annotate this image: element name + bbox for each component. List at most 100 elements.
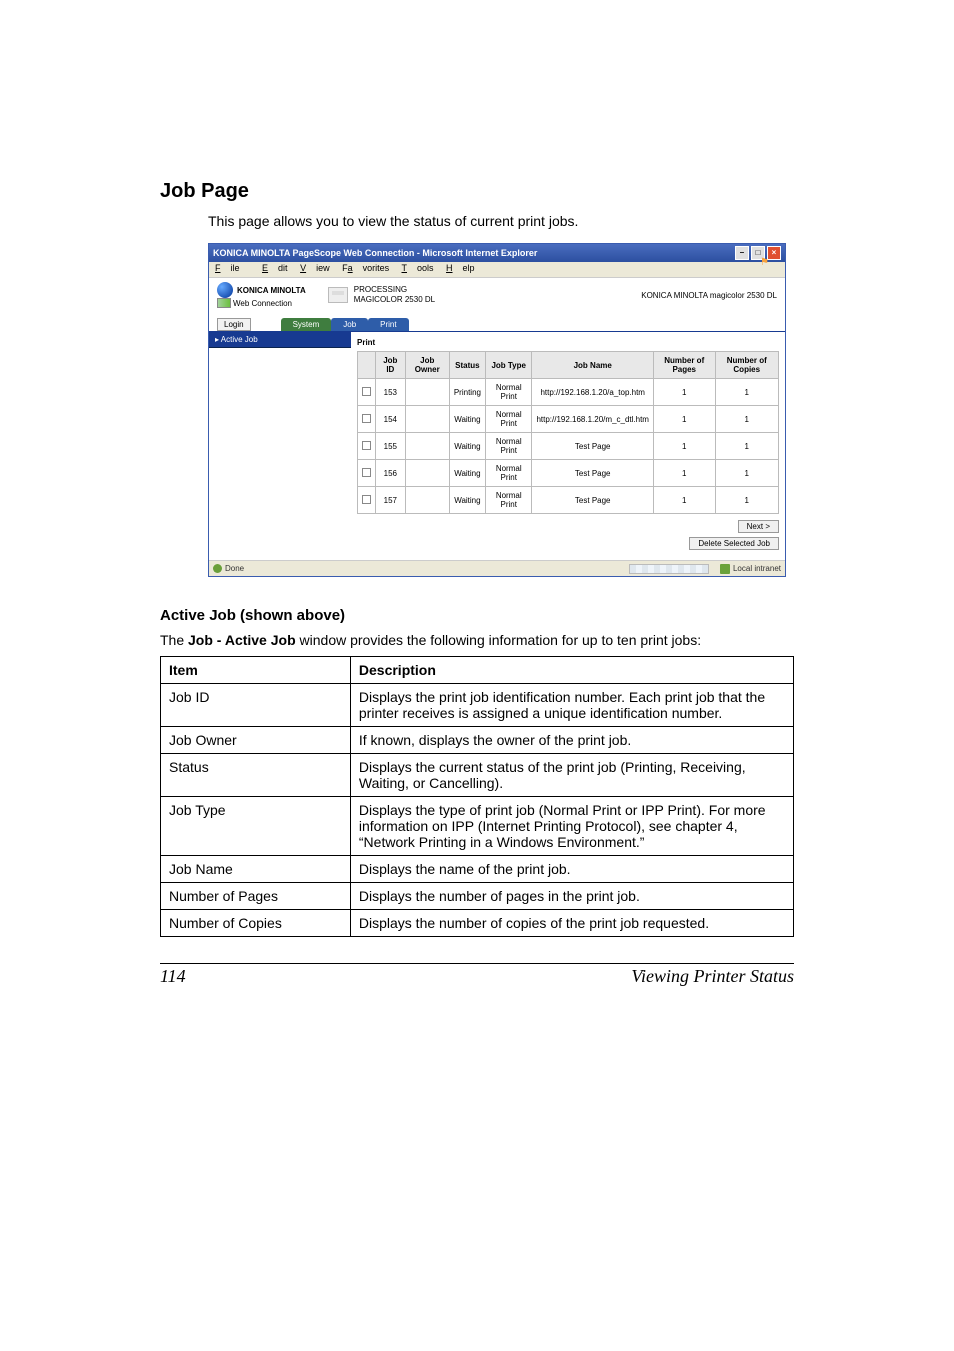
info-desc: Displays the number of pages in the prin… xyxy=(350,883,793,910)
cell-pages: 1 xyxy=(653,487,715,514)
subpara: The Job - Active Job window provides the… xyxy=(160,632,794,648)
info-item: Status xyxy=(161,754,351,797)
cell-owner xyxy=(405,406,449,433)
cell-copies: 1 xyxy=(715,487,779,514)
page-footer: 114 Viewing Printer Status xyxy=(160,963,794,987)
info-row: Number of Copies Displays the number of … xyxy=(161,910,794,937)
window-controls: – □ × xyxy=(735,246,781,260)
login-button[interactable]: Login xyxy=(217,318,251,331)
browser-menubar: File Edit View Favorites Tools Help ⚑ xyxy=(209,262,785,278)
cell-status: Waiting xyxy=(449,487,485,514)
row-checkbox[interactable] xyxy=(362,441,371,450)
info-row: Job Owner If known, displays the owner o… xyxy=(161,727,794,754)
cell-jobid: 154 xyxy=(376,406,406,433)
cell-status: Printing xyxy=(449,379,485,406)
row-checkbox[interactable] xyxy=(362,495,371,504)
row-checkbox[interactable] xyxy=(362,387,371,396)
info-desc: Displays the type of print job (Normal P… xyxy=(350,797,793,856)
cell-pages: 1 xyxy=(653,460,715,487)
window-title: KONICA MINOLTA PageScope Web Connection … xyxy=(213,248,735,258)
col-owner: Job Owner xyxy=(405,352,449,379)
table-row: 154 Waiting Normal Print http://192.168.… xyxy=(358,406,779,433)
info-item: Job Name xyxy=(161,856,351,883)
info-desc: Displays the number of copies of the pri… xyxy=(350,910,793,937)
close-icon[interactable]: × xyxy=(767,246,781,260)
delete-selected-button[interactable]: Delete Selected Job xyxy=(689,537,779,550)
section-label: Print xyxy=(357,338,779,347)
brand-mark-icon xyxy=(217,282,233,298)
subpara-suffix: window provides the following informatio… xyxy=(296,632,701,648)
cell-copies: 1 xyxy=(715,460,779,487)
tab-print[interactable]: Print xyxy=(368,318,408,331)
pagescope-icon xyxy=(217,298,231,308)
button-row: Next > Delete Selected Job xyxy=(357,514,779,556)
window-titlebar: KONICA MINOLTA PageScope Web Connection … xyxy=(209,244,785,262)
brand-logo: KONICA MINOLTA xyxy=(217,282,306,298)
brand-sub-text: Web Connection xyxy=(233,299,292,308)
menu-help[interactable]: Help xyxy=(446,263,475,273)
col-name: Job Name xyxy=(532,352,654,379)
menu-file[interactable]: File xyxy=(215,263,250,273)
col-pages: Number of Pages xyxy=(653,352,715,379)
info-row: Job Type Displays the type of print job … xyxy=(161,797,794,856)
cell-owner xyxy=(405,487,449,514)
cell-owner xyxy=(405,433,449,460)
table-row: 156 Waiting Normal Print Test Page 1 1 xyxy=(358,460,779,487)
cell-jobid: 153 xyxy=(376,379,406,406)
cell-pages: 1 xyxy=(653,433,715,460)
table-row: 155 Waiting Normal Print Test Page 1 1 xyxy=(358,433,779,460)
info-desc: Displays the print job identification nu… xyxy=(350,684,793,727)
info-row: Number of Pages Displays the number of p… xyxy=(161,883,794,910)
cell-name: Test Page xyxy=(532,433,654,460)
row-checkbox[interactable] xyxy=(362,414,371,423)
table-row: 153 Printing Normal Print http://192.168… xyxy=(358,379,779,406)
info-desc: If known, displays the owner of the prin… xyxy=(350,727,793,754)
cell-status: Waiting xyxy=(449,406,485,433)
sidebar: ▸ Active Job xyxy=(209,332,351,560)
cell-type: Normal Print xyxy=(485,379,531,406)
minimize-icon[interactable]: – xyxy=(735,246,749,260)
status-done-text: Done xyxy=(225,564,244,573)
menu-favorites[interactable]: Favorites xyxy=(342,263,389,273)
status-zone-text: Local intranet xyxy=(733,564,781,573)
info-desc: Displays the current status of the print… xyxy=(350,754,793,797)
info-header-row: Item Description xyxy=(161,657,794,684)
brand-name: KONICA MINOLTA xyxy=(237,286,306,295)
cell-pages: 1 xyxy=(653,406,715,433)
table-row: 157 Waiting Normal Print Test Page 1 1 xyxy=(358,487,779,514)
header-device-name: KONICA MINOLTA magicolor 2530 DL xyxy=(641,291,777,300)
cell-copies: 1 xyxy=(715,379,779,406)
menu-view[interactable]: View xyxy=(300,263,330,273)
cell-copies: 1 xyxy=(715,433,779,460)
cell-name: Test Page xyxy=(532,487,654,514)
subpara-bold: Job - Active Job xyxy=(188,632,296,648)
tab-system[interactable]: System xyxy=(281,318,332,331)
menu-tools[interactable]: Tools xyxy=(402,263,434,273)
zone-icon xyxy=(720,564,730,574)
subpara-prefix: The xyxy=(160,632,188,648)
row-checkbox[interactable] xyxy=(362,468,371,477)
info-head-desc: Description xyxy=(350,657,793,684)
intro-text: This page allows you to view the status … xyxy=(208,213,794,229)
printer-status: PROCESSING MAGICOLOR 2530 DL xyxy=(328,285,435,305)
ie-done-icon xyxy=(213,564,222,573)
ie-flag-icon: ⚑ xyxy=(760,257,769,268)
page-header: KONICA MINOLTA Web Connection PROCESSING… xyxy=(209,278,785,318)
sidebar-item-active-job[interactable]: ▸ Active Job xyxy=(209,332,351,348)
cell-type: Normal Print xyxy=(485,433,531,460)
menu-edit[interactable]: Edit xyxy=(262,263,288,273)
next-button[interactable]: Next > xyxy=(738,520,779,533)
info-row: Job ID Displays the print job identifica… xyxy=(161,684,794,727)
brand-subline: Web Connection xyxy=(217,298,306,308)
tab-job[interactable]: Job xyxy=(331,318,368,331)
info-item: Number of Pages xyxy=(161,883,351,910)
cell-owner xyxy=(405,379,449,406)
info-row: Job Name Displays the name of the print … xyxy=(161,856,794,883)
cell-status: Waiting xyxy=(449,433,485,460)
info-desc: Displays the name of the print job. xyxy=(350,856,793,883)
browser-statusbar: Done Local intranet xyxy=(209,560,785,576)
cell-owner xyxy=(405,460,449,487)
cell-copies: 1 xyxy=(715,406,779,433)
cell-jobid: 156 xyxy=(376,460,406,487)
info-item: Number of Copies xyxy=(161,910,351,937)
